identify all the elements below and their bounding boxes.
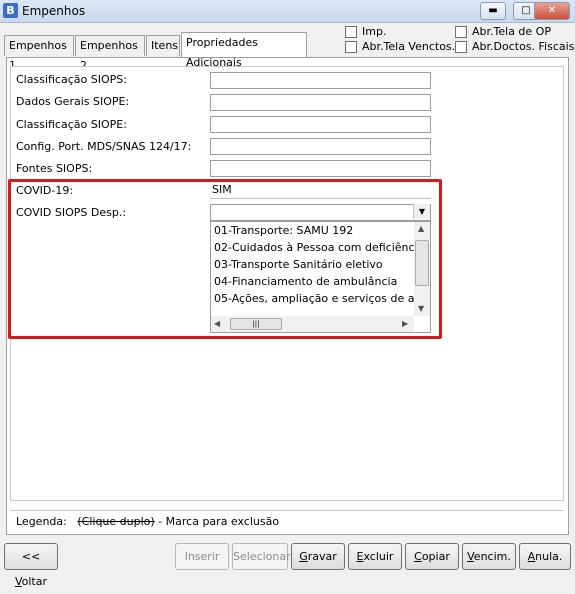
legend-suffix: - Marca para exclusão — [154, 515, 280, 528]
voltar-prefix: << — [21, 550, 41, 563]
dados-gerais-siope-input[interactable] — [210, 94, 431, 111]
imp-label: Imp. — [362, 25, 387, 38]
config-port-input[interactable] — [210, 138, 431, 155]
close-button[interactable]: ✕ — [534, 2, 570, 20]
legend-prefix: Legenda: — [16, 515, 67, 528]
field-label-covid-19: COVID-19: — [16, 184, 74, 197]
fontes-siops-input[interactable] — [210, 160, 431, 177]
anula-key: A — [527, 550, 536, 563]
voltar-rest: oltar — [21, 575, 48, 588]
copiar-button[interactable]: Copiar — [405, 543, 459, 570]
horizontal-scroll-thumb[interactable]: ||| — [230, 318, 282, 330]
vencim-key: V — [467, 550, 474, 563]
anula-button[interactable]: Anula. — [519, 543, 571, 570]
selecionar-button[interactable]: Selecionar — [232, 543, 291, 570]
tab-propriedades-adicionais[interactable]: Propriedades Adicionais — [181, 32, 307, 69]
imp-checkbox[interactable] — [345, 26, 357, 38]
tab-itens[interactable]: Itens — [146, 35, 180, 56]
voltar-button[interactable]: << Voltar — [4, 543, 58, 588]
tab-empenhos-1[interactable]: Empenhos 1 — [4, 35, 74, 72]
legend-double-click: (Clique duplo) — [77, 515, 155, 528]
copiar-rest: opiar — [421, 550, 450, 563]
vertical-scroll-thumb[interactable] — [415, 240, 429, 286]
abr-tela-op-checkbox[interactable] — [455, 26, 467, 38]
covid-19-input[interactable]: SIM — [210, 182, 431, 199]
abr-tela-op-label: Abr.Tela de OP — [472, 25, 551, 38]
gravar-rest: ravar — [307, 550, 337, 563]
list-item[interactable]: 05-Ações, ampliação e serviços de atendi… — [214, 292, 414, 305]
gravar-key: G — [299, 550, 308, 563]
app-icon: B — [3, 3, 18, 18]
abr-doctos-fiscais-checkbox[interactable] — [455, 41, 467, 53]
abr-tela-vinctos-checkbox[interactable] — [345, 41, 357, 53]
list-item[interactable]: 02-Cuidados à Pessoa com deficiência — [214, 241, 414, 254]
inserir-button[interactable]: Inserir — [175, 543, 229, 570]
copiar-key: C — [414, 550, 422, 563]
excluir-button[interactable]: Excluir — [348, 543, 402, 570]
field-label-dados-gerais-siope: Dados Gerais SIOPE: — [16, 95, 130, 108]
excluir-rest: xcluir — [363, 550, 394, 563]
field-label-classificacao-siope: Classificação SIOPE: — [16, 118, 127, 131]
list-item[interactable]: 04-Financiamento de ambulância — [214, 275, 414, 288]
field-label-config-port: Config. Port. MDS/SNAS 124/17: — [16, 140, 192, 153]
field-label-classificacao-siops: Classificação SIOPS: — [16, 73, 127, 86]
classificacao-siops-input[interactable] — [210, 72, 431, 89]
minimize-button[interactable]: ▬ — [480, 2, 506, 20]
scroll-right-icon[interactable]: ▶ — [402, 319, 408, 328]
covid-siops-desp-select[interactable] — [210, 204, 431, 221]
list-item[interactable]: 01-Transporte: SAMU 192 — [214, 224, 414, 237]
window-title: Empenhos — [22, 4, 86, 18]
scroll-up-icon[interactable]: ▲ — [418, 224, 424, 233]
scroll-left-icon[interactable]: ◀ — [214, 319, 220, 328]
voltar-key: V — [14, 575, 22, 588]
legend-divider — [10, 510, 564, 511]
chevron-down-icon[interactable]: ▼ — [413, 204, 430, 219]
classificacao-siope-input[interactable] — [210, 116, 431, 133]
anula-rest: nula. — [535, 550, 563, 563]
abr-doctos-fiscais-label: Abr.Doctos. Fiscais — [472, 40, 575, 53]
field-label-covid-siops-desp: COVID SIOPS Desp.: — [16, 206, 127, 219]
legend: Legenda: (Clique duplo) - Marca para exc… — [16, 515, 279, 528]
vencim-button[interactable]: Vencim. — [462, 543, 516, 570]
tab-empenhos-2[interactable]: Empenhos 2 — [75, 35, 145, 72]
field-label-fontes-siops: Fontes SIOPS: — [16, 162, 93, 175]
abr-tela-vinctos-label: Abr.Tela Venctos. — [362, 40, 456, 53]
scroll-down-icon[interactable]: ▼ — [418, 304, 424, 313]
list-item[interactable]: 03-Transporte Sanitário eletivo — [214, 258, 414, 271]
gravar-button[interactable]: Gravar — [291, 543, 345, 570]
vencim-rest: encim. — [473, 550, 511, 563]
